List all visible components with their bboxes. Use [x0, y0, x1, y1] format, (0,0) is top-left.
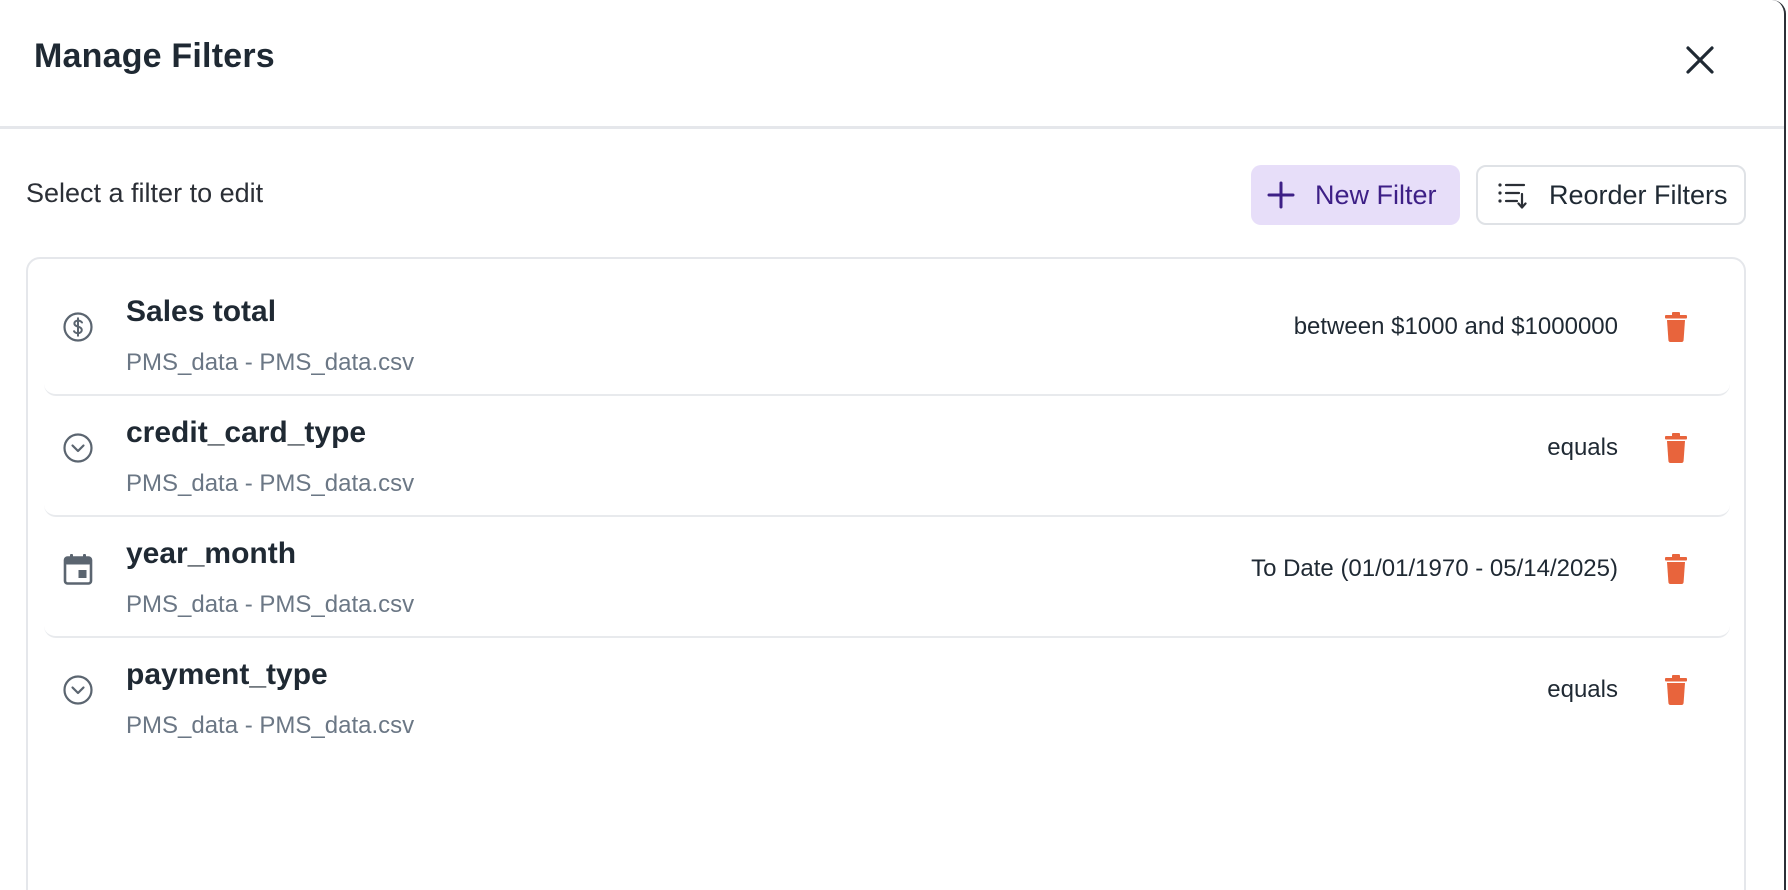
chevron-circle-down-icon	[60, 672, 96, 708]
reorder-filters-button[interactable]: Reorder Filters	[1476, 165, 1746, 225]
filter-list: Sales total PMS_data - PMS_data.csv betw…	[26, 257, 1746, 890]
new-filter-button[interactable]: New Filter	[1251, 165, 1460, 225]
filter-condition: between $1000 and $1000000	[1293, 313, 1618, 340]
filter-row-year-month[interactable]: year_month PMS_data - PMS_data.csv To Da…	[44, 517, 1730, 638]
close-button[interactable]	[1675, 35, 1725, 85]
filter-source: PMS_data - PMS_data.csv	[126, 349, 415, 376]
close-icon	[1686, 46, 1714, 74]
filter-row-credit-card-type[interactable]: credit_card_type PMS_data - PMS_data.csv…	[44, 396, 1730, 517]
trash-icon	[1665, 554, 1687, 584]
dialog-title: Manage Filters	[34, 37, 275, 75]
plus-icon	[1267, 181, 1295, 209]
dialog-header: Manage Filters	[0, 0, 1784, 129]
filter-row-payment-type[interactable]: payment_type PMS_data - PMS_data.csv equ…	[44, 638, 1730, 759]
trash-icon	[1665, 433, 1687, 463]
trash-icon	[1665, 312, 1687, 342]
reorder-filters-label: Reorder Filters	[1549, 179, 1728, 210]
reorder-list-icon	[1498, 183, 1527, 209]
delete-filter-button[interactable]	[1658, 672, 1694, 708]
filter-source: PMS_data - PMS_data.csv	[126, 712, 415, 739]
filter-condition: equals	[1547, 676, 1618, 703]
select-filter-instruction: Select a filter to edit	[26, 178, 264, 208]
filter-condition: equals	[1547, 434, 1618, 461]
filter-source: PMS_data - PMS_data.csv	[126, 470, 415, 497]
filter-condition: To Date (01/01/1970 - 05/14/2025)	[1251, 555, 1618, 582]
filter-row-sales-total[interactable]: Sales total PMS_data - PMS_data.csv betw…	[44, 275, 1730, 396]
manage-filters-dialog: Manage Filters Select a filter to edit N…	[0, 0, 1786, 890]
filter-name: year_month	[126, 537, 297, 570]
calendar-icon	[60, 551, 96, 587]
delete-filter-button[interactable]	[1658, 430, 1694, 466]
filter-source: PMS_data - PMS_data.csv	[126, 591, 415, 618]
delete-filter-button[interactable]	[1658, 551, 1694, 587]
trash-icon	[1665, 675, 1687, 705]
delete-filter-button[interactable]	[1658, 309, 1694, 345]
filter-name: payment_type	[126, 658, 328, 691]
chevron-circle-down-icon	[60, 430, 96, 466]
currency-icon	[60, 309, 96, 345]
new-filter-label: New Filter	[1315, 179, 1437, 210]
filter-name: Sales total	[126, 295, 277, 328]
filter-name: credit_card_type	[126, 416, 367, 449]
